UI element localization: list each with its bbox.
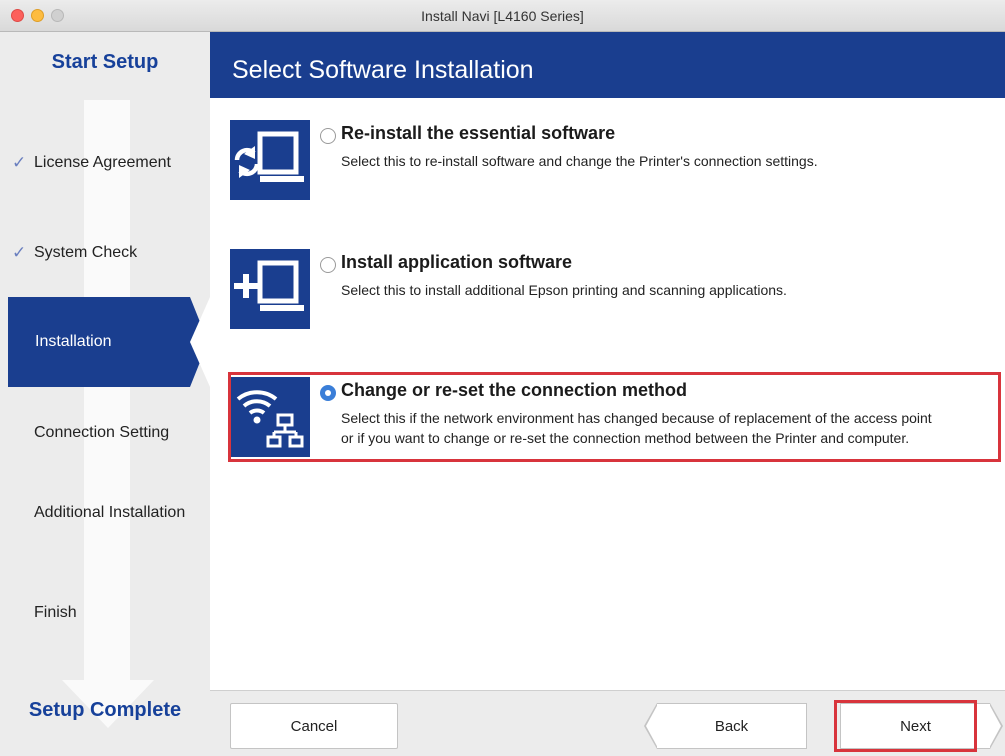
start-setup-label: Start Setup xyxy=(51,51,159,73)
step-label: System Check xyxy=(34,244,138,261)
option-reinstall-essential-software[interactable]: Re-install the essential software Select… xyxy=(230,120,1005,204)
reinstall-icon xyxy=(230,120,310,200)
window-title: Install Navi [L4160 Series] xyxy=(421,8,584,24)
option-description: Select this to install additional Epson … xyxy=(341,282,787,298)
main-panel: Select Software Installation Re-install … xyxy=(210,32,1005,690)
back-button[interactable]: Back xyxy=(657,703,807,749)
step-label: Finish xyxy=(34,604,77,621)
step-label: License Agreement xyxy=(34,154,171,171)
step-additional-installation: Additional Installation xyxy=(12,504,185,522)
step-label: Connection Setting xyxy=(34,424,170,441)
step-installation-active: Installation xyxy=(8,297,208,387)
step-system-check: ✓ System Check xyxy=(12,243,137,263)
step-label: Additional Installation xyxy=(34,504,186,521)
cancel-button[interactable]: Cancel xyxy=(230,703,398,749)
setup-complete-label: Setup Complete xyxy=(28,699,182,721)
reinstall-radio[interactable] xyxy=(320,128,336,144)
install-application-radio[interactable] xyxy=(320,257,336,273)
next-button-highlight xyxy=(834,700,977,752)
option-install-application-software[interactable]: Install application software Select this… xyxy=(230,249,1005,333)
setup-steps-sidebar: Start Setup ✓ License Agreement ✓ System… xyxy=(0,32,210,756)
progress-arrow-shaft xyxy=(84,100,130,682)
checkmark-icon: ✓ xyxy=(12,243,27,262)
title-bar: Install Navi [L4160 Series] xyxy=(0,0,1005,32)
step-label: Installation xyxy=(35,333,112,350)
page-title: Select Software Installation xyxy=(232,56,534,84)
option-title: Install application software xyxy=(341,252,573,272)
page-header: Select Software Installation xyxy=(210,32,1005,98)
selected-option-highlight xyxy=(228,372,1001,462)
step-license-agreement: ✓ License Agreement xyxy=(12,153,171,173)
option-description: Select this to re-install software and c… xyxy=(341,153,818,169)
footer-bar: Cancel Back Next xyxy=(210,690,1005,756)
step-finish: Finish xyxy=(12,604,77,622)
add-software-icon xyxy=(230,249,310,329)
step-connection-setting: Connection Setting xyxy=(12,424,169,442)
option-title: Re-install the essential software xyxy=(341,123,616,143)
active-step-notch xyxy=(190,297,210,387)
checkmark-icon: ✓ xyxy=(12,153,27,172)
